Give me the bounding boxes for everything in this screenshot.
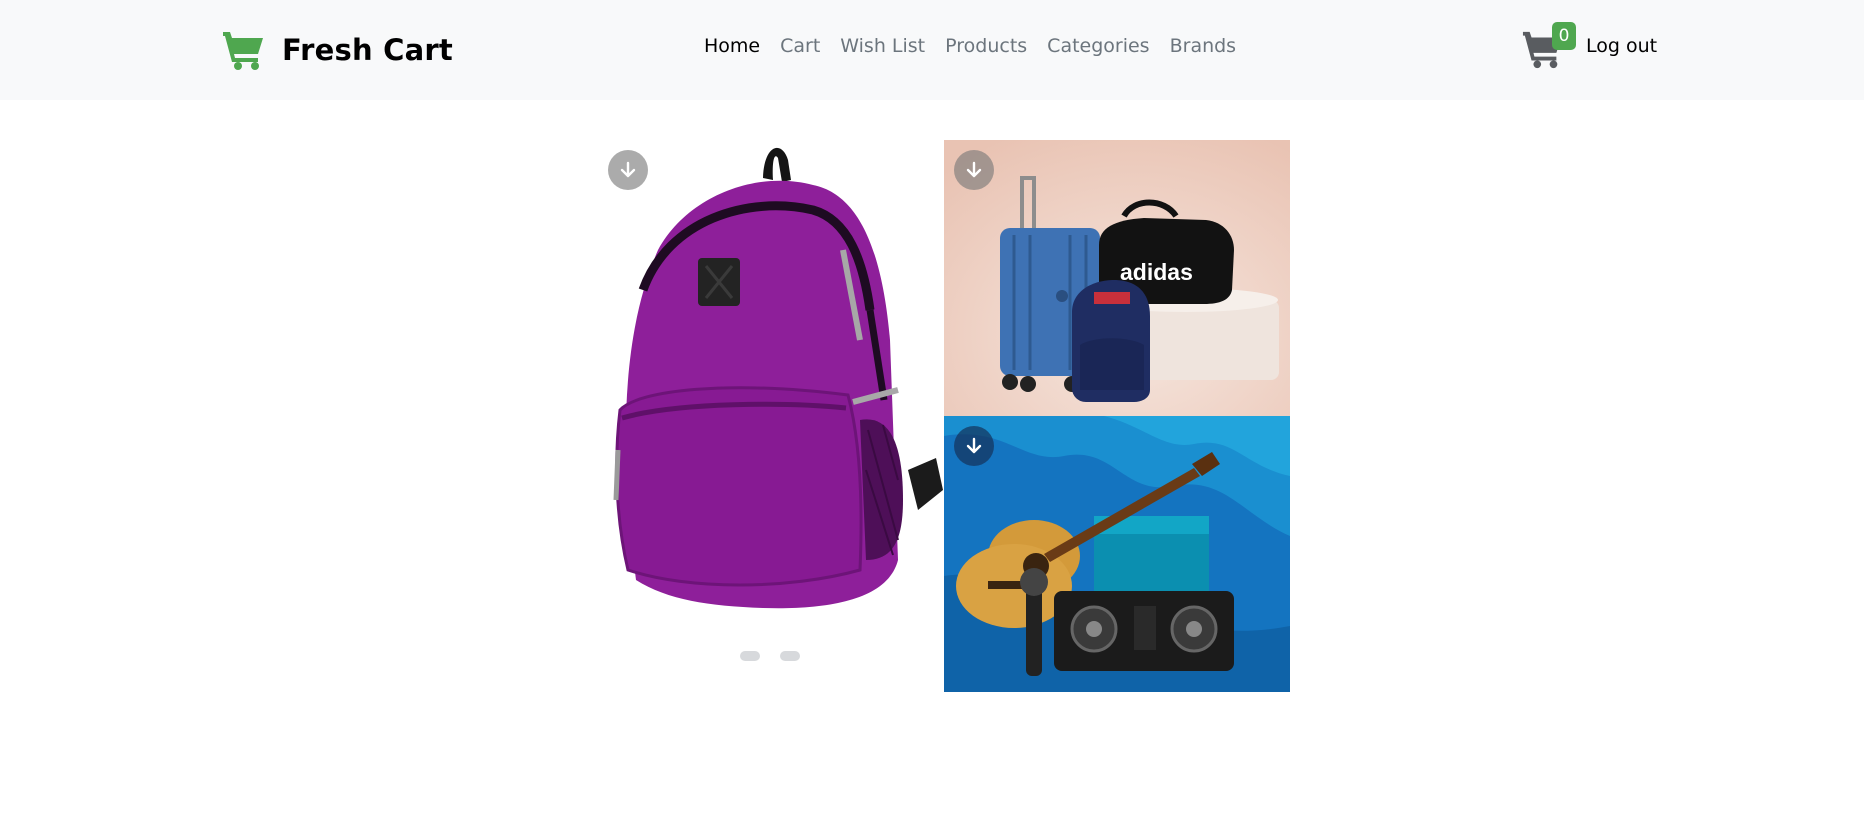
cart-count-badge: 0 <box>1552 22 1576 50</box>
brand-name: Fresh Cart <box>282 33 453 67</box>
nav-link-home[interactable]: Home <box>704 32 760 60</box>
arrow-down-icon <box>620 161 636 178</box>
nav-link-wish-list[interactable]: Wish List <box>840 32 925 60</box>
banner-download-button[interactable] <box>954 150 994 190</box>
slider-dot[interactable] <box>780 651 800 661</box>
nav-right: 0 Log out <box>1522 20 1657 72</box>
brand-link[interactable]: Fresh Cart <box>222 28 453 72</box>
music-banner-image <box>944 416 1290 692</box>
main-nav: Home Cart Wish List Products Categories … <box>704 32 1236 60</box>
arrow-down-icon <box>966 437 982 454</box>
slider-dots <box>740 651 800 661</box>
nav-link-categories[interactable]: Categories <box>1047 32 1149 60</box>
nav-link-cart[interactable]: Cart <box>780 32 820 60</box>
brand-cart-icon <box>223 32 263 70</box>
banner-download-button[interactable] <box>954 426 994 466</box>
slider-dot[interactable] <box>740 651 760 661</box>
main-slider[interactable] <box>598 140 944 670</box>
logout-link[interactable]: Log out <box>1586 35 1657 57</box>
nav-link-brands[interactable]: Brands <box>1170 32 1237 60</box>
cart-button[interactable]: 0 <box>1522 22 1576 70</box>
slide-download-button[interactable] <box>608 150 648 190</box>
adidas-logo-text: adidas <box>1120 259 1193 285</box>
nav-link-products[interactable]: Products <box>945 32 1027 60</box>
backpack-slide-image <box>598 140 944 620</box>
arrow-down-icon <box>966 161 982 178</box>
luggage-banner-image: adidas <box>944 140 1290 416</box>
luggage-banner[interactable]: adidas <box>944 140 1290 416</box>
navbar: Fresh Cart Home Cart Wish List Products … <box>0 0 1864 100</box>
music-banner[interactable] <box>944 416 1290 692</box>
